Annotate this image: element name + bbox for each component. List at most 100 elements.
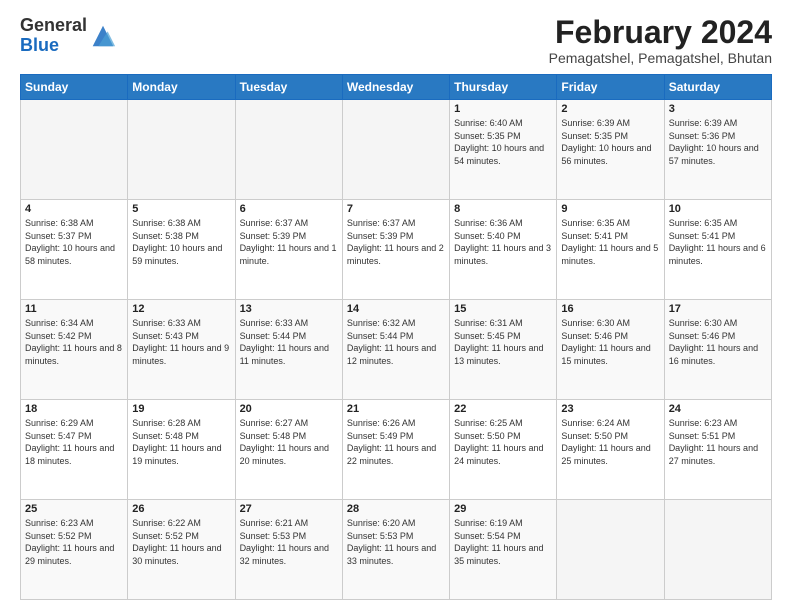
calendar-title: February 2024 bbox=[549, 16, 772, 48]
day-cell: 6 Sunrise: 6:37 AM Sunset: 5:39 PM Daylig… bbox=[235, 200, 342, 300]
day-cell: 17 Sunrise: 6:30 AM Sunset: 5:46 PM Dayli… bbox=[664, 300, 771, 400]
weekday-friday: Friday bbox=[557, 75, 664, 100]
day-number: 5 bbox=[132, 203, 230, 215]
day-cell bbox=[21, 100, 128, 200]
day-number: 22 bbox=[454, 403, 552, 415]
day-info: Sunrise: 6:37 AM Sunset: 5:39 PM Dayligh… bbox=[347, 217, 445, 267]
day-cell: 15Sunrise: 6:31 AM Sunset: 5:45 PM Dayli… bbox=[450, 300, 557, 400]
day-info: Sunrise: 6:38 AM Sunset: 5:38 PM Dayligh… bbox=[132, 217, 230, 267]
day-cell bbox=[235, 100, 342, 200]
day-cell: 29 Sunrise: 6:19 AM Sunset: 5:54 PM Dayli… bbox=[450, 500, 557, 600]
day-number: 1 bbox=[454, 103, 552, 115]
day-cell: 7 Sunrise: 6:37 AM Sunset: 5:39 PM Daylig… bbox=[342, 200, 449, 300]
day-number: 13 bbox=[240, 303, 338, 315]
day-number: 17 bbox=[669, 303, 767, 315]
week-row-3: 18 Sunrise: 6:29 AM Sunset: 5:47 PM Dayli… bbox=[21, 400, 772, 500]
day-cell: 12Sunrise: 6:33 AM Sunset: 5:43 PM Dayli… bbox=[128, 300, 235, 400]
calendar-subtitle: Pemagatshel, Pemagatshel, Bhutan bbox=[549, 50, 772, 66]
day-number: 18 bbox=[25, 403, 123, 415]
week-row-0: 1Sunrise: 6:40 AM Sunset: 5:35 PM Daylig… bbox=[21, 100, 772, 200]
day-number: 3 bbox=[669, 103, 767, 115]
day-number: 12 bbox=[132, 303, 230, 315]
day-info: Sunrise: 6:29 AM Sunset: 5:47 PM Dayligh… bbox=[25, 417, 123, 467]
day-cell: 10 Sunrise: 6:35 AM Sunset: 5:41 PM Dayli… bbox=[664, 200, 771, 300]
week-row-1: 4Sunrise: 6:38 AM Sunset: 5:37 PM Daylig… bbox=[21, 200, 772, 300]
day-cell: 26 Sunrise: 6:22 AM Sunset: 5:52 PM Dayli… bbox=[128, 500, 235, 600]
day-info: Sunrise: 6:34 AM Sunset: 5:42 PM Dayligh… bbox=[25, 317, 123, 367]
day-info: Sunrise: 6:33 AM Sunset: 5:44 PM Dayligh… bbox=[240, 317, 338, 367]
calendar-body: 1Sunrise: 6:40 AM Sunset: 5:35 PM Daylig… bbox=[21, 100, 772, 600]
weekday-monday: Monday bbox=[128, 75, 235, 100]
day-info: Sunrise: 6:27 AM Sunset: 5:48 PM Dayligh… bbox=[240, 417, 338, 467]
day-cell bbox=[342, 100, 449, 200]
day-cell: 2Sunrise: 6:39 AM Sunset: 5:35 PM Daylig… bbox=[557, 100, 664, 200]
weekday-sunday: Sunday bbox=[21, 75, 128, 100]
day-number: 8 bbox=[454, 203, 552, 215]
day-number: 11 bbox=[25, 303, 123, 315]
day-cell: 1Sunrise: 6:40 AM Sunset: 5:35 PM Daylig… bbox=[450, 100, 557, 200]
day-info: Sunrise: 6:23 AM Sunset: 5:52 PM Dayligh… bbox=[25, 517, 123, 567]
day-info: Sunrise: 6:35 AM Sunset: 5:41 PM Dayligh… bbox=[669, 217, 767, 267]
day-number: 29 bbox=[454, 503, 552, 515]
day-number: 26 bbox=[132, 503, 230, 515]
weekday-thursday: Thursday bbox=[450, 75, 557, 100]
day-info: Sunrise: 6:22 AM Sunset: 5:52 PM Dayligh… bbox=[132, 517, 230, 567]
day-cell: 9Sunrise: 6:35 AM Sunset: 5:41 PM Daylig… bbox=[557, 200, 664, 300]
day-info: Sunrise: 6:30 AM Sunset: 5:46 PM Dayligh… bbox=[669, 317, 767, 367]
header-right: February 2024 Pemagatshel, Pemagatshel, … bbox=[549, 16, 772, 66]
day-cell bbox=[557, 500, 664, 600]
week-row-4: 25 Sunrise: 6:23 AM Sunset: 5:52 PM Dayli… bbox=[21, 500, 772, 600]
day-info: Sunrise: 6:19 AM Sunset: 5:54 PM Dayligh… bbox=[454, 517, 552, 567]
day-info: Sunrise: 6:39 AM Sunset: 5:36 PM Dayligh… bbox=[669, 117, 767, 167]
day-cell: 28 Sunrise: 6:20 AM Sunset: 5:53 PM Dayli… bbox=[342, 500, 449, 600]
day-info: Sunrise: 6:20 AM Sunset: 5:53 PM Dayligh… bbox=[347, 517, 445, 567]
day-number: 23 bbox=[561, 403, 659, 415]
day-cell: 3 Sunrise: 6:39 AM Sunset: 5:36 PM Daylig… bbox=[664, 100, 771, 200]
day-number: 6 bbox=[240, 203, 338, 215]
day-number: 27 bbox=[240, 503, 338, 515]
day-number: 7 bbox=[347, 203, 445, 215]
day-info: Sunrise: 6:37 AM Sunset: 5:39 PM Dayligh… bbox=[240, 217, 338, 267]
day-cell: 25 Sunrise: 6:23 AM Sunset: 5:52 PM Dayli… bbox=[21, 500, 128, 600]
day-cell bbox=[128, 100, 235, 200]
day-number: 21 bbox=[347, 403, 445, 415]
day-cell: 24 Sunrise: 6:23 AM Sunset: 5:51 PM Dayli… bbox=[664, 400, 771, 500]
weekday-wednesday: Wednesday bbox=[342, 75, 449, 100]
day-info: Sunrise: 6:36 AM Sunset: 5:40 PM Dayligh… bbox=[454, 217, 552, 267]
day-number: 28 bbox=[347, 503, 445, 515]
day-number: 20 bbox=[240, 403, 338, 415]
page: General Blue February 2024 Pemagatshel, … bbox=[0, 0, 792, 612]
day-number: 4 bbox=[25, 203, 123, 215]
logo-icon bbox=[89, 22, 117, 50]
calendar-header: SundayMondayTuesdayWednesdayThursdayFrid… bbox=[21, 75, 772, 100]
day-cell: 5 Sunrise: 6:38 AM Sunset: 5:38 PM Daylig… bbox=[128, 200, 235, 300]
logo: General Blue bbox=[20, 16, 117, 56]
day-info: Sunrise: 6:39 AM Sunset: 5:35 PM Dayligh… bbox=[561, 117, 659, 167]
weekday-saturday: Saturday bbox=[664, 75, 771, 100]
day-info: Sunrise: 6:25 AM Sunset: 5:50 PM Dayligh… bbox=[454, 417, 552, 467]
weekday-tuesday: Tuesday bbox=[235, 75, 342, 100]
day-cell: 18 Sunrise: 6:29 AM Sunset: 5:47 PM Dayli… bbox=[21, 400, 128, 500]
day-number: 14 bbox=[347, 303, 445, 315]
day-info: Sunrise: 6:28 AM Sunset: 5:48 PM Dayligh… bbox=[132, 417, 230, 467]
day-cell: 23Sunrise: 6:24 AM Sunset: 5:50 PM Dayli… bbox=[557, 400, 664, 500]
day-info: Sunrise: 6:32 AM Sunset: 5:44 PM Dayligh… bbox=[347, 317, 445, 367]
day-info: Sunrise: 6:31 AM Sunset: 5:45 PM Dayligh… bbox=[454, 317, 552, 367]
day-info: Sunrise: 6:26 AM Sunset: 5:49 PM Dayligh… bbox=[347, 417, 445, 467]
day-cell: 11 Sunrise: 6:34 AM Sunset: 5:42 PM Dayli… bbox=[21, 300, 128, 400]
day-number: 10 bbox=[669, 203, 767, 215]
day-cell: 22 Sunrise: 6:25 AM Sunset: 5:50 PM Dayli… bbox=[450, 400, 557, 500]
day-number: 24 bbox=[669, 403, 767, 415]
day-cell: 8 Sunrise: 6:36 AM Sunset: 5:40 PM Daylig… bbox=[450, 200, 557, 300]
day-number: 16 bbox=[561, 303, 659, 315]
weekday-header-row: SundayMondayTuesdayWednesdayThursdayFrid… bbox=[21, 75, 772, 100]
logo-text: General Blue bbox=[20, 16, 87, 56]
day-cell: 27Sunrise: 6:21 AM Sunset: 5:53 PM Dayli… bbox=[235, 500, 342, 600]
day-cell: 16 Sunrise: 6:30 AM Sunset: 5:46 PM Dayli… bbox=[557, 300, 664, 400]
day-cell: 13 Sunrise: 6:33 AM Sunset: 5:44 PM Dayli… bbox=[235, 300, 342, 400]
header: General Blue February 2024 Pemagatshel, … bbox=[20, 16, 772, 66]
day-info: Sunrise: 6:30 AM Sunset: 5:46 PM Dayligh… bbox=[561, 317, 659, 367]
day-info: Sunrise: 6:23 AM Sunset: 5:51 PM Dayligh… bbox=[669, 417, 767, 467]
day-info: Sunrise: 6:35 AM Sunset: 5:41 PM Dayligh… bbox=[561, 217, 659, 267]
day-number: 25 bbox=[25, 503, 123, 515]
